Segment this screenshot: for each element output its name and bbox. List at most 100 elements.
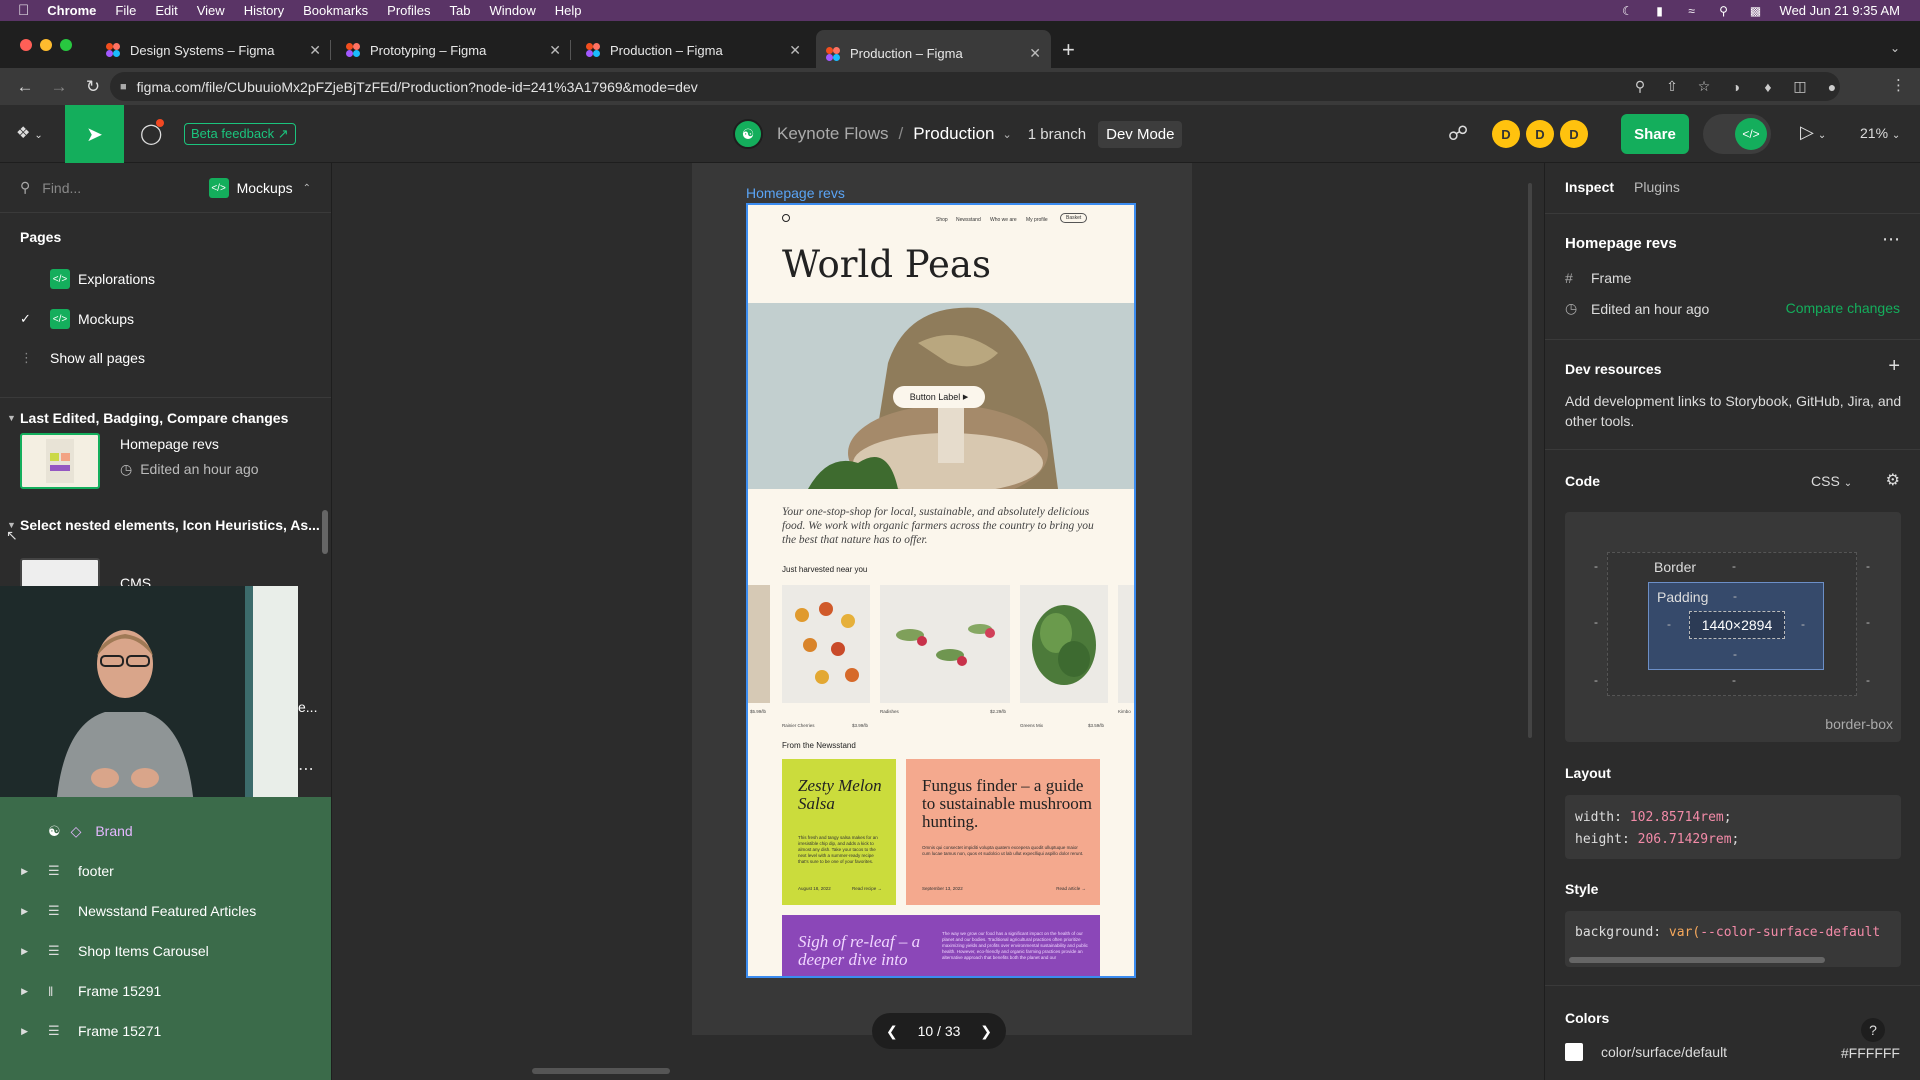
code-settings-sliders-icon[interactable]: ⚙ xyxy=(1886,470,1900,490)
caret-right-icon[interactable]: ▶ xyxy=(0,986,28,997)
team-logo-icon[interactable]: ☯ xyxy=(733,119,763,149)
share-page-icon[interactable]: ⇧ xyxy=(1664,78,1680,95)
bookmark-star-icon[interactable]: ☆ xyxy=(1696,78,1712,95)
menu-help[interactable]: Help xyxy=(555,3,582,18)
page-selector[interactable]: </> Mockups ⌃ xyxy=(208,178,311,198)
puzzle-extensions-icon[interactable]: ♦ xyxy=(1760,79,1776,95)
forward-arrow-icon[interactable]: → xyxy=(50,77,68,97)
new-tab-plus-icon[interactable]: + xyxy=(1062,37,1075,63)
browser-tab[interactable]: Production – Figma ✕ xyxy=(576,30,811,70)
browser-kebab-menu-icon[interactable]: ⋮ xyxy=(1891,76,1906,94)
design-canvas[interactable]: Homepage revs Shop Newsstand Who we are … xyxy=(332,163,1544,1080)
side-panel-icon[interactable]: ◫ xyxy=(1792,78,1808,95)
comment-bubble-icon[interactable]: ◯ xyxy=(140,119,165,146)
close-tab-icon[interactable]: ✕ xyxy=(309,42,321,59)
item-title[interactable]: Homepage revs xyxy=(120,436,219,452)
section-header[interactable]: ▼ Select nested elements, Icon Heuristic… xyxy=(0,517,331,533)
layer-row[interactable]: ☯ ◇ Brand xyxy=(0,811,331,851)
layer-row[interactable]: ▶ ‖ Frame 15291 xyxy=(0,971,331,1011)
homepage-frame[interactable]: Shop Newsstand Who we are My profile Bas… xyxy=(746,203,1136,978)
menu-profiles[interactable]: Profiles xyxy=(387,3,430,18)
project-name[interactable]: Keynote Flows xyxy=(777,124,889,144)
canvas-vertical-scrollbar[interactable] xyxy=(1528,183,1532,738)
avatar[interactable]: D xyxy=(1526,120,1554,148)
minimize-window-button[interactable] xyxy=(40,39,52,51)
close-tab-icon[interactable]: ✕ xyxy=(789,42,801,59)
frame-thumbnail[interactable] xyxy=(20,433,100,489)
compare-changes-link[interactable]: Compare changes xyxy=(1786,300,1900,316)
figma-main-menu-icon[interactable]: ❖ ⌄ xyxy=(16,123,43,143)
control-center-icon[interactable]: ▩ xyxy=(1748,4,1764,18)
avatar[interactable]: D xyxy=(1560,120,1588,148)
show-all-pages-link[interactable]: ⋮ Show all pages xyxy=(20,350,145,366)
canvas-horizontal-scrollbar[interactable] xyxy=(532,1068,670,1074)
apple-icon[interactable]:  xyxy=(18,2,29,19)
lock-icon[interactable]: ■ xyxy=(120,81,127,93)
layer-row[interactable]: ▶ ☰ footer xyxy=(0,851,331,891)
focus-moon-icon[interactable]: ☾ xyxy=(1620,4,1636,18)
maximize-window-button[interactable] xyxy=(60,39,72,51)
help-question-icon[interactable]: ? xyxy=(1861,1018,1885,1042)
search-input[interactable]: Find... xyxy=(42,180,81,196)
chevron-left-icon[interactable]: ❮ xyxy=(886,1023,898,1040)
present-play-icon[interactable]: ▷ ⌄ xyxy=(1800,122,1826,143)
close-tab-icon[interactable]: ✕ xyxy=(1029,45,1041,62)
menu-bookmarks[interactable]: Bookmarks xyxy=(303,3,368,18)
more-dots-icon[interactable]: ⋯ xyxy=(298,759,314,779)
back-arrow-icon[interactable]: ← xyxy=(16,77,34,97)
add-plus-icon[interactable]: + xyxy=(1888,355,1900,378)
item-title[interactable]: e... xyxy=(298,699,317,715)
page-item-explorations[interactable]: </> Explorations xyxy=(20,269,155,289)
layer-row[interactable]: ▶ ☰ Newsstand Featured Articles xyxy=(0,891,331,931)
tab-inspect[interactable]: Inspect xyxy=(1565,179,1614,195)
box-model-size[interactable]: 1440×2894 xyxy=(1689,611,1785,639)
menu-view[interactable]: View xyxy=(197,3,225,18)
avatar[interactable]: D xyxy=(1492,120,1520,148)
layer-row[interactable]: ▶ ☰ Frame 15271 xyxy=(0,1011,331,1051)
layer-row[interactable]: ▶ ☰ Shop Items Carousel xyxy=(0,931,331,971)
caret-right-icon[interactable]: ▶ xyxy=(0,906,28,917)
close-tab-icon[interactable]: ✕ xyxy=(549,42,561,59)
zoom-magnifier-icon[interactable]: ⚲ xyxy=(1632,78,1648,95)
file-name[interactable]: Production xyxy=(913,124,994,144)
menu-app[interactable]: Chrome xyxy=(47,3,96,18)
caret-right-icon[interactable]: ▶ xyxy=(0,1026,28,1037)
extension-icon[interactable]: ◑ xyxy=(1728,79,1744,95)
page-item-mockups[interactable]: ✓ </> Mockups xyxy=(20,309,134,329)
tab-plugins[interactable]: Plugins xyxy=(1634,179,1680,195)
color-token-row[interactable]: color/surface/default xyxy=(1565,1043,1727,1061)
browser-tab[interactable]: Prototyping – Figma ✕ xyxy=(336,30,571,70)
caret-right-icon[interactable]: ▶ xyxy=(0,946,28,957)
browser-tab[interactable]: Design Systems – Figma ✕ xyxy=(96,30,331,70)
chevron-down-icon[interactable]: ⌄ xyxy=(1003,128,1012,141)
reload-icon[interactable]: ↻ xyxy=(84,77,102,97)
spotlight-search-icon[interactable]: ⚲ xyxy=(1716,4,1732,18)
caret-right-icon[interactable]: ▶ xyxy=(0,866,28,877)
beta-feedback-button[interactable]: Beta feedback ↗ xyxy=(184,123,296,145)
url-text[interactable]: figma.com/file/CUbuuioMx2pFZjeBjTzFEd/Pr… xyxy=(137,79,698,95)
section-header[interactable]: ▼ Last Edited, Badging, Compare changes xyxy=(0,410,331,426)
menu-edit[interactable]: Edit xyxy=(155,3,177,18)
tab-search-chevron-icon[interactable]: ⌄ xyxy=(1890,41,1900,55)
menu-bar-clock[interactable]: Wed Jun 21 9:35 AM xyxy=(1780,3,1900,18)
frame-label[interactable]: Homepage revs xyxy=(746,185,845,201)
style-code-block[interactable]: background: var(--color-surface-default xyxy=(1565,911,1901,967)
more-options-icon[interactable]: ⋯ xyxy=(1882,229,1900,250)
code-language-select[interactable]: CSS ⌄ xyxy=(1811,473,1852,489)
dev-mode-toggle[interactable]: </> xyxy=(1703,114,1771,154)
wifi-icon[interactable]: ≈ xyxy=(1684,4,1700,18)
panel-scrollbar[interactable] xyxy=(322,510,328,554)
branch-count[interactable]: 1 branch xyxy=(1028,126,1086,143)
zoom-level[interactable]: 21% ⌄ xyxy=(1860,125,1900,141)
menu-tab[interactable]: Tab xyxy=(450,3,471,18)
move-tool-cursor-icon[interactable]: ➤ xyxy=(65,105,124,163)
chevron-right-icon[interactable]: ❯ xyxy=(980,1023,992,1040)
share-button[interactable]: Share xyxy=(1621,114,1689,154)
menu-file[interactable]: File xyxy=(115,3,136,18)
battery-icon[interactable]: ▮ xyxy=(1652,4,1668,18)
code-horizontal-scrollbar[interactable] xyxy=(1569,957,1825,963)
profile-avatar-icon[interactable]: ● xyxy=(1824,79,1840,95)
menu-history[interactable]: History xyxy=(244,3,284,18)
address-bar[interactable]: ■ figma.com/file/CUbuuioMx2pFZjeBjTzFEd/… xyxy=(110,72,1840,101)
menu-window[interactable]: Window xyxy=(490,3,536,18)
